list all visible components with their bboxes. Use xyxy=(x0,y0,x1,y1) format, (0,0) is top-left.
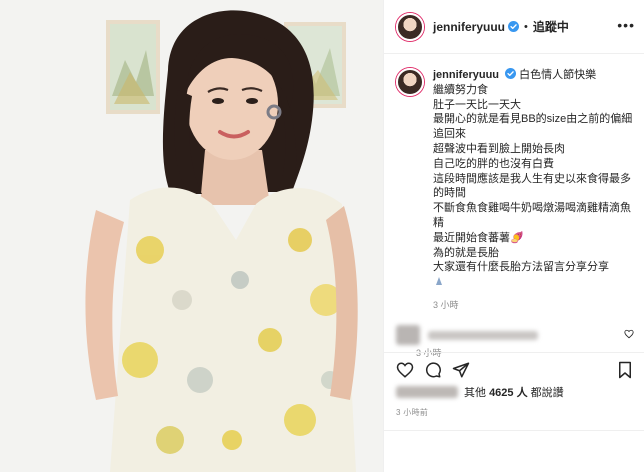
verified-badge-icon xyxy=(508,21,520,32)
post-photo[interactable] xyxy=(0,0,383,472)
likes-summary[interactable]: 其他 4625 人 都說讚 xyxy=(396,384,564,400)
sweet-potato-emoji: 🍠 xyxy=(510,231,524,244)
post-actions-bar xyxy=(384,352,644,382)
post-header: jenniferyuuu • 追蹤中 ••• xyxy=(384,0,644,54)
caption-line-9: 為的就是長胎 xyxy=(433,246,499,259)
caption-line-0: 白色情人節快樂 xyxy=(519,69,597,81)
caption-author-avatar[interactable] xyxy=(396,68,424,96)
commenter-avatar[interactable] xyxy=(396,325,420,345)
caption-line-2: 肚子一天比一天大 xyxy=(433,98,521,111)
post-timestamp[interactable]: 3 小時前 xyxy=(396,407,428,418)
caption-line-3: 最開心的就是看見BB的size由之前的偏細追回來 xyxy=(433,113,633,141)
author-avatar[interactable] xyxy=(396,12,424,41)
pray-hands-icon xyxy=(433,275,633,292)
wall-frame-left xyxy=(106,20,160,114)
caption-time: 3 小時 xyxy=(433,299,459,310)
caption-line-4: 超聲波中看到臉上開始長肉 xyxy=(433,142,565,155)
caption-username[interactable]: jenniferyuuu xyxy=(433,69,499,81)
caption-line-1: 繼續努力食 xyxy=(433,83,488,96)
liker-name-blurred xyxy=(396,386,458,398)
verified-badge-icon xyxy=(505,68,517,79)
more-options-icon[interactable]: ••• xyxy=(617,18,635,32)
comment-text xyxy=(428,330,538,340)
comment-like-heart-icon[interactable] xyxy=(624,329,634,339)
post-photo-illustration xyxy=(0,0,383,472)
caption-line-7: 不斷食魚食雞喝牛奶喝燉湯喝滴雞精滴魚精 xyxy=(433,202,631,229)
author-username[interactable]: jenniferyuuu xyxy=(433,20,505,34)
caption-line-10: 大家還有什麼長胎方法留言分享分享 xyxy=(433,261,609,274)
heart-icon[interactable] xyxy=(396,361,414,379)
caption-line-8: 最近開始食蕃薯 xyxy=(433,231,510,244)
header-separator: • xyxy=(524,20,528,33)
likes-suffix: 都說讚 xyxy=(530,387,564,399)
likes-prefix: 其他 xyxy=(464,387,486,399)
caption-section: jenniferyuuu 白色情人節快樂 繼續努力食 肚子一天比一天大 最開心的… xyxy=(384,54,644,320)
comment-icon[interactable] xyxy=(424,361,442,379)
caption-line-6: 這段時間應該是我人生有史以來食得最多的時間 xyxy=(433,172,631,200)
add-comment-area[interactable] xyxy=(384,430,644,472)
bookmark-icon[interactable] xyxy=(617,361,633,379)
caption-line-5: 自己吃的胖的也沒有白費 xyxy=(433,157,554,170)
share-icon[interactable] xyxy=(452,361,470,379)
caption-text: jenniferyuuu 白色情人節快樂 繼續努力食 肚子一天比一天大 最開心的… xyxy=(433,68,633,320)
post-side-panel: jenniferyuuu • 追蹤中 ••• jenniferyuuu 白色情人… xyxy=(383,0,644,472)
following-button[interactable]: 追蹤中 xyxy=(533,18,569,35)
comment-item xyxy=(396,322,636,348)
likes-count[interactable]: 4625 人 xyxy=(489,384,528,400)
